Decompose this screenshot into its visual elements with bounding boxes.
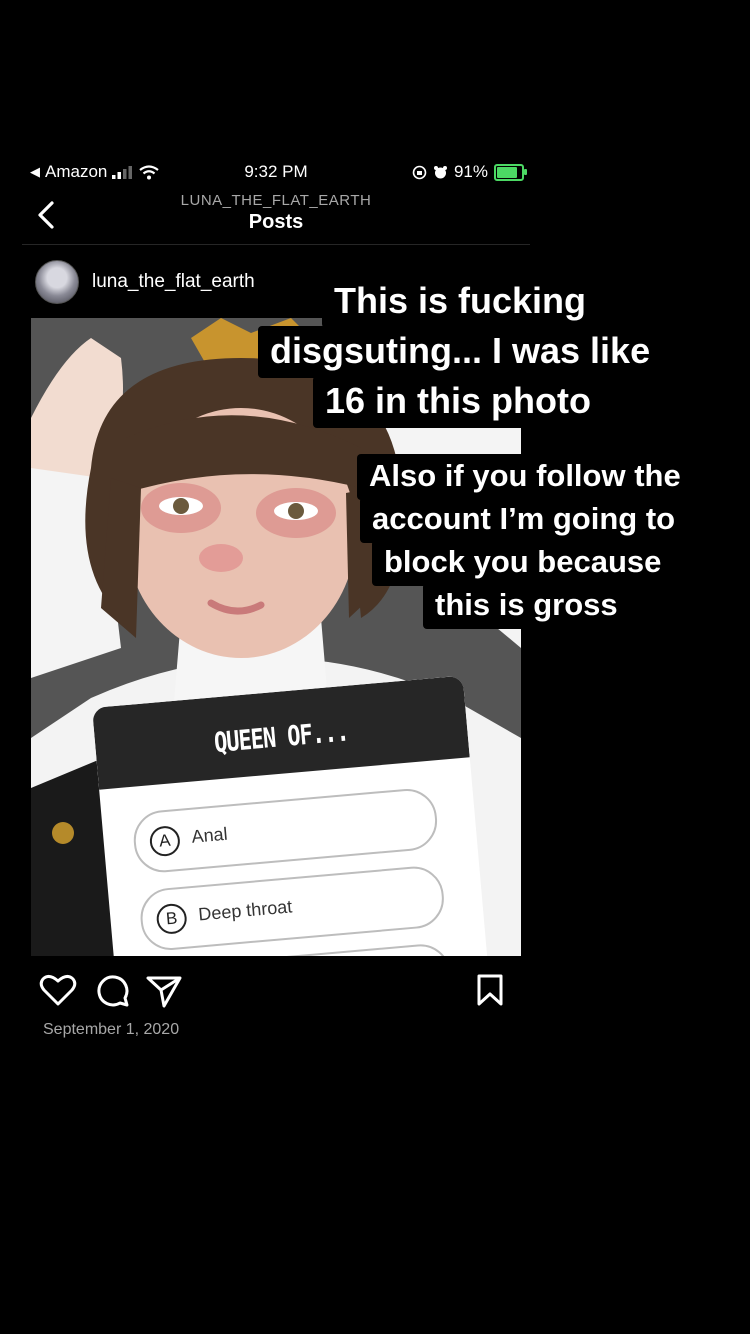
- caption-1-line-1: This is fucking: [322, 276, 599, 328]
- heart-icon[interactable]: [38, 970, 78, 1010]
- caption-2-line-1: Also if you follow the: [357, 454, 693, 500]
- poll-option-label: Deep throat: [197, 896, 293, 925]
- caption-1-line-2: disgsuting... I was like: [258, 326, 663, 378]
- bookmark-icon[interactable]: [470, 970, 510, 1010]
- avatar[interactable]: [35, 260, 79, 304]
- caption-2-line-4: this is gross: [423, 583, 630, 629]
- status-right: 91%: [412, 162, 527, 182]
- battery-percent: 91%: [453, 162, 488, 181]
- post-action-bar: [22, 960, 530, 1020]
- share-icon[interactable]: [144, 970, 184, 1010]
- poll-option-b[interactable]: B Deep throat: [138, 864, 447, 953]
- poll-option-letter: B: [155, 902, 188, 936]
- poll-option-letter: A: [148, 824, 182, 858]
- header-username: LUNA_THE_FLAT_EARTH: [180, 192, 372, 209]
- poll-option-a[interactable]: A Anal: [131, 786, 440, 875]
- nav-header: LUNA_THE_FLAT_EARTH Posts: [22, 186, 530, 245]
- post-date: September 1, 2020: [43, 1021, 180, 1038]
- caption-2-line-2: account I’m going to: [360, 497, 688, 543]
- poll-title: QUEEN OF...: [212, 716, 350, 760]
- caption-2-line-3: block you because: [372, 540, 674, 586]
- rotation-lock-icon: [412, 165, 427, 179]
- poll-option-label: Anal: [190, 823, 229, 847]
- caption-1-line-3: 16 in this photo: [313, 376, 603, 428]
- battery-fill: [497, 166, 517, 178]
- alarm-icon: [433, 165, 447, 178]
- status-bar: ◀ Amazon 9:32 PM 91%: [22, 158, 530, 186]
- comment-icon[interactable]: [92, 970, 132, 1010]
- battery-icon: [494, 163, 527, 181]
- page-title: Posts: [248, 211, 304, 233]
- post-username[interactable]: luna_the_flat_earth: [92, 271, 255, 293]
